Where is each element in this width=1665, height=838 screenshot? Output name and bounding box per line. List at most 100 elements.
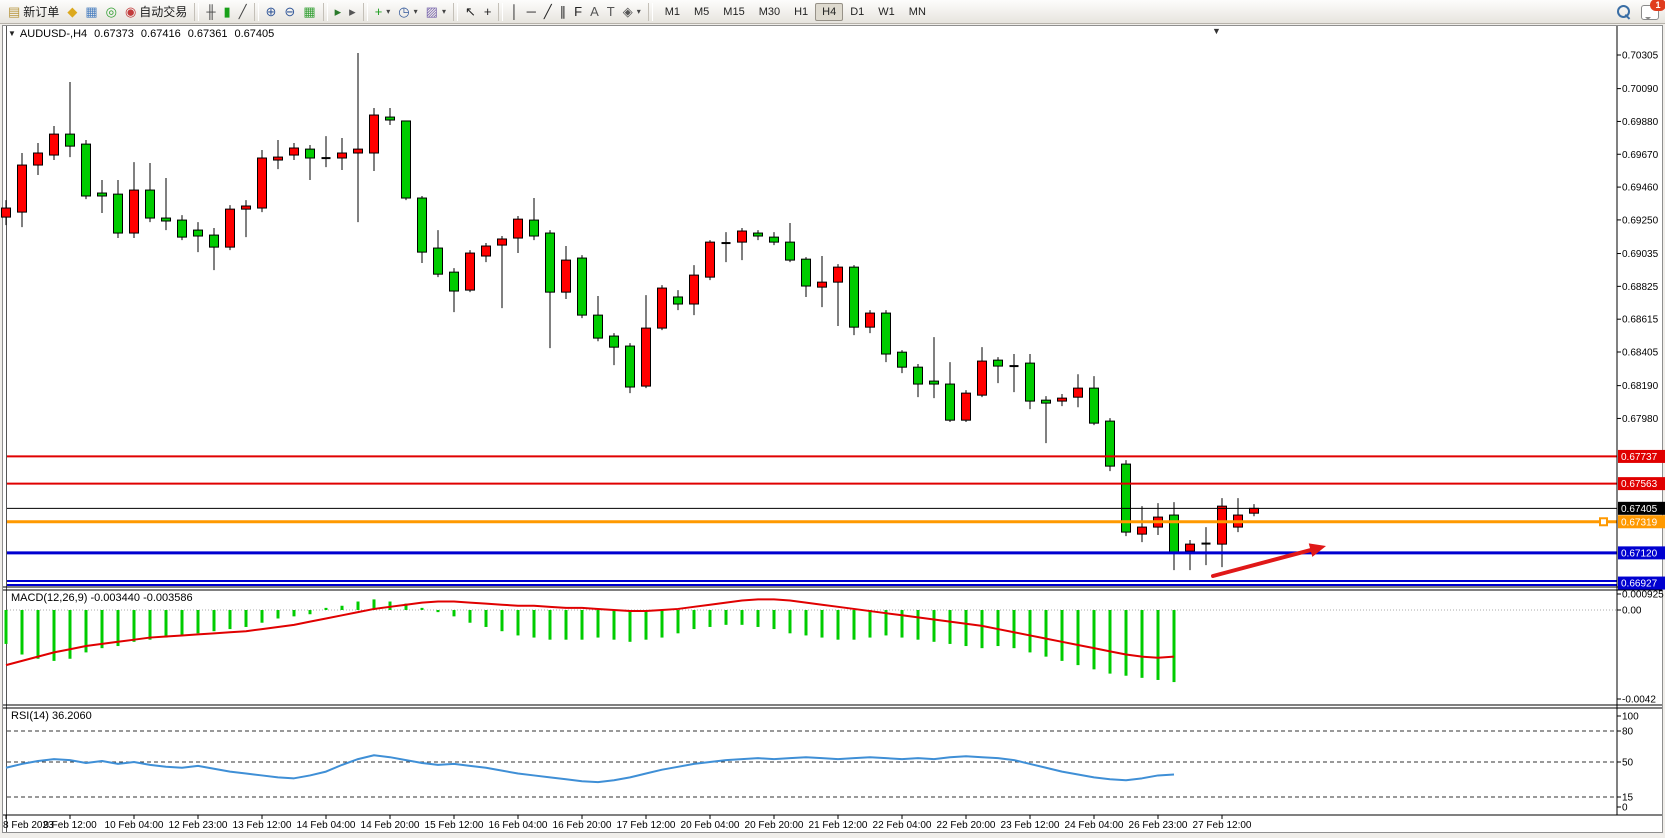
candle [82,140,91,199]
gold-gem-button[interactable]: ◆ [63,2,81,22]
arrows-button[interactable]: ◈▾ [619,2,645,22]
text-button[interactable]: A [586,2,603,22]
label-icon: T [607,5,615,18]
text-icon: A [590,5,599,18]
price-tick-label: 0.68825 [1622,282,1659,293]
svg-text:0.67737: 0.67737 [1621,452,1658,463]
horizontal-line-icon: ─ [527,5,536,18]
bar-chart-button[interactable]: ╫ [202,2,219,22]
price-tick-label: 0.69460 [1622,183,1659,194]
chart-windows-button[interactable]: ▦ [81,2,101,22]
tile-windows-button[interactable]: ▦ [299,2,319,22]
equidistant-channel-button[interactable]: ∥ [556,2,571,22]
time-tick-label: 16 Feb 04:00 [489,820,548,831]
autotrading-label: 自动交易 [139,3,187,20]
arrows-icon: ◈ [623,5,633,18]
bar-chart-icon: ╫ [206,5,215,18]
crosshair-button[interactable]: + [480,2,496,22]
timeframe-M15[interactable]: M15 [716,3,751,21]
zoom-in-icon: ⊕ [266,5,277,18]
chart-window-icon: ▦ [85,5,97,18]
signals-button[interactable]: ◎ [102,2,121,22]
trendline-button[interactable]: ╱ [540,2,556,22]
toolbar-button-groups: ▤新订单◆▦◎◉自动交易╫▮╱⊕⊖▦▸▸+▾◷▾▨▾↖+│─╱∥FAT◈▾ [4,2,645,22]
svg-text:0.66927: 0.66927 [1621,579,1658,590]
support-line-2-badge: 0.66927 [1618,577,1665,590]
time-tick-label: 21 Feb 12:00 [809,820,868,831]
line-chart-button[interactable]: ╱ [235,2,251,22]
support-line-1-badge: 0.67120 [1618,546,1665,559]
price-tick-label: 0.70090 [1622,84,1659,95]
new-order-button[interactable]: ▤新订单 [4,2,63,22]
chart-background [3,26,1662,832]
chart-plot[interactable]: 0.703050.700900.698800.696700.694600.692… [0,0,1665,838]
cursor-icon: ↖ [465,5,476,18]
open-value: 0.67373 [94,28,134,40]
chevron-down-icon: ▾ [386,7,390,16]
search-button[interactable] [1617,5,1631,19]
vertical-line-button[interactable]: │ [506,2,522,22]
timeframe-M30[interactable]: M30 [752,3,787,21]
toolbar-separator [363,3,368,21]
toolbar-separator [453,3,458,21]
search-icon [1617,5,1631,19]
symbol-timeframe-label: AUDUSD-,H4 [20,28,87,40]
text-label-button[interactable]: T [603,2,619,22]
cursor-button[interactable]: ↖ [461,2,480,22]
timeframe-MN[interactable]: MN [902,3,933,21]
rsi-tick-label: 50 [1622,758,1634,769]
time-tick-label: 27 Feb 12:00 [1193,820,1252,831]
autotrading-button[interactable]: ◉自动交易 [121,2,191,22]
candle [658,285,667,330]
templates-button[interactable]: ▨▾ [422,2,450,22]
signals-icon: ◎ [106,5,117,18]
timeframe-H4[interactable]: H4 [815,3,843,21]
horizontal-line-button[interactable]: ─ [523,2,540,22]
symbol-dropdown-icon[interactable]: ▼ [8,29,16,38]
periods-button[interactable]: ◷▾ [394,2,421,22]
toolbar-separator [498,3,503,21]
tile-windows-icon: ▦ [303,5,315,18]
trendline-icon: ╱ [544,5,552,18]
indicators-button[interactable]: +▾ [371,2,395,22]
timeframe-M1[interactable]: M1 [658,3,687,21]
macd-tick-label: 0.00 [1622,606,1642,617]
new-order-icon: ▤ [8,5,20,18]
zoom-in-button[interactable]: ⊕ [262,2,281,22]
zoom-out-button[interactable]: ⊖ [280,2,299,22]
rsi-tick-label: 80 [1622,727,1634,738]
price-tick-label: 0.69670 [1622,150,1659,161]
candle [1122,460,1131,536]
time-tick-label: 23 Feb 12:00 [1001,820,1060,831]
resistance-line-1-badge: 0.67737 [1618,450,1665,463]
chevron-down-icon: ▾ [637,7,641,16]
chat-button[interactable]: 1 [1641,5,1659,20]
window-bottom-strip [0,833,1665,838]
time-tick-label: 14 Feb 04:00 [297,820,356,831]
timeframe-H1[interactable]: H1 [787,3,815,21]
timeframe-M5[interactable]: M5 [687,3,716,21]
chart-shift-button[interactable]: ▸ [345,2,360,22]
toolbar-separator [254,3,259,21]
new-chart-button[interactable]: ▸ [331,2,346,22]
candle [850,265,859,335]
new-order-label: 新订单 [23,3,59,20]
line-handle [1600,518,1607,525]
time-tick-label: 24 Feb 04:00 [1065,820,1124,831]
low-value: 0.67361 [188,28,228,40]
time-tick-label: 12 Feb 23:00 [169,820,228,831]
chevron-down-icon: ▾ [442,7,446,16]
time-tick-label: 20 Feb 20:00 [745,820,804,831]
price-tick-label: 0.69250 [1622,215,1659,226]
timeframe-D1[interactable]: D1 [843,3,871,21]
toolbar-separator [648,3,653,21]
fibonacci-button[interactable]: F [570,2,586,22]
chart-shift-marker-icon[interactable]: ▼ [1212,26,1221,36]
time-tick-label: 20 Feb 04:00 [681,820,740,831]
rsi-tick-label: 0 [1622,803,1628,814]
timeframe-W1[interactable]: W1 [871,3,902,21]
candlestick-chart-button[interactable]: ▮ [220,2,235,22]
notification-badge: 1 [1650,0,1665,11]
candle [626,343,635,393]
price-tick-label: 0.68190 [1622,381,1659,392]
